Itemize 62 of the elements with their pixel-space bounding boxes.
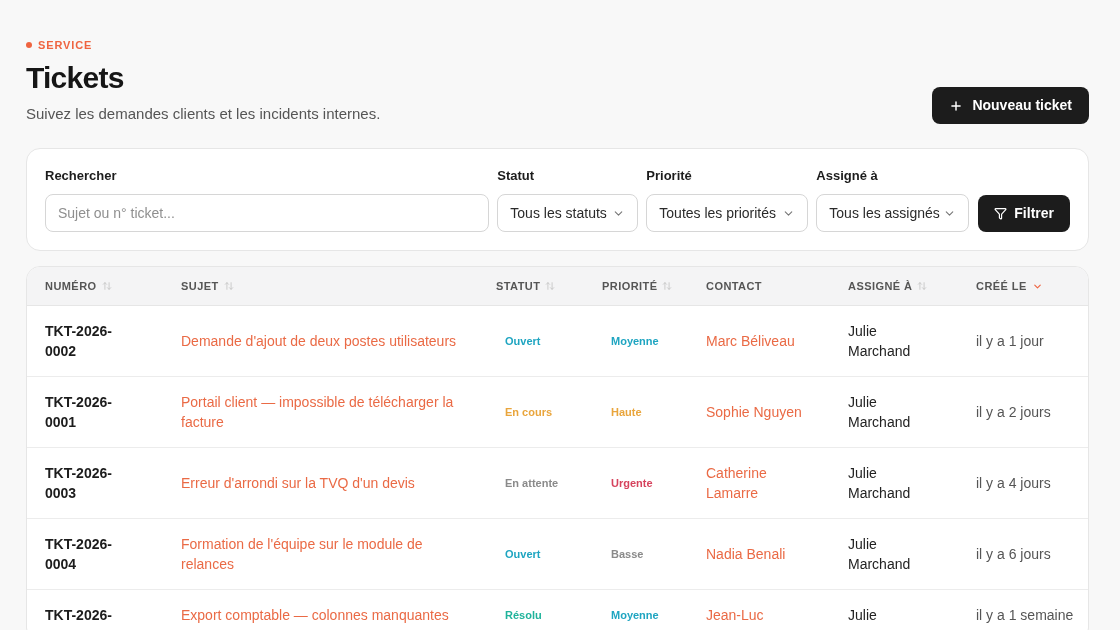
filter-button[interactable]: Filtrer: [978, 194, 1070, 232]
priority-label: Basse: [611, 547, 644, 562]
status-label: Ouvert: [505, 334, 541, 349]
column-header: STATUT: [496, 278, 541, 294]
sort-icon[interactable]: [545, 281, 556, 291]
filter-label: Priorité: [646, 167, 692, 185]
created-date: il y a 2 jours: [976, 403, 1051, 422]
priority-label: Urgente: [611, 476, 653, 491]
contact-link[interactable]: Marc Béliveau: [706, 331, 795, 351]
assignee-name: Julie Marchand: [848, 464, 912, 503]
column-header: CONTACT: [706, 278, 763, 294]
filter-select[interactable]: Tous les assignés: [816, 194, 970, 232]
status-label: En cours: [505, 405, 553, 420]
ticket-number: TKT-2026-0004: [45, 535, 113, 574]
priority-label: Moyenne: [611, 334, 659, 349]
search-label: Rechercher: [45, 167, 117, 185]
filter-label: Statut: [497, 167, 535, 185]
ticket-subject-link[interactable]: Demande d'ajout de deux postes utilisateurs: [181, 331, 457, 351]
assignee-name: Julie Marchand: [848, 535, 912, 574]
column-header: NUMÉRO: [45, 278, 97, 294]
filter-select[interactable]: Toutes les priorités: [646, 194, 809, 232]
status-label: Résolu: [505, 608, 542, 623]
ticket-number: TKT-2026-: [45, 606, 113, 625]
ticket-number: TKT-2026-0003: [45, 464, 113, 503]
status-label: En attente: [505, 476, 559, 491]
ticket-subject-link[interactable]: Formation de l'équipe sur le module de relances: [181, 534, 464, 574]
contact-link[interactable]: Jean-Luc: [706, 605, 764, 625]
created-date: il y a 1 semaine: [976, 606, 1074, 625]
column-header: SUJET: [181, 278, 219, 294]
contact-link[interactable]: Catherine Lamarre: [706, 463, 811, 503]
column-header: PRIORITÉ: [602, 278, 658, 294]
created-date: il y a 6 jours: [976, 545, 1051, 564]
assignee-name: Julie: [848, 606, 877, 625]
section-eyebrow: SERVICE: [38, 38, 93, 53]
column-header: ASSIGNÉ À: [848, 278, 913, 294]
ticket-number: TKT-2026-0002: [45, 322, 113, 361]
priority-label: Moyenne: [611, 608, 659, 623]
contact-link[interactable]: Nadia Benali: [706, 544, 786, 564]
ticket-subject-link[interactable]: Portail client — impossible de télécharger la facture: [181, 392, 464, 432]
filter-select[interactable]: Tous les statuts: [497, 194, 639, 232]
search-field[interactable]: Sujet ou n° ticket...: [45, 194, 490, 232]
funnel-icon: [994, 206, 1008, 220]
sort-icon[interactable]: [917, 281, 928, 291]
sort-icon[interactable]: [662, 281, 673, 291]
priority-label: Haute: [611, 405, 642, 420]
plus-icon: [949, 98, 964, 113]
sort-icon[interactable]: [101, 281, 112, 291]
created-date: il y a 4 jours: [976, 474, 1051, 493]
sort-icon[interactable]: [223, 281, 234, 291]
column-header: CRÉÉ LE: [976, 278, 1027, 294]
filter-label: Assigné à: [816, 167, 878, 185]
ticket-subject-link[interactable]: Erreur d'arrondi sur la TVQ d'un devis: [181, 473, 415, 493]
contact-link[interactable]: Sophie Nguyen: [706, 402, 802, 422]
page-title: Tickets: [26, 60, 124, 96]
ticket-subject-link[interactable]: Export comptable — colonnes manquantes: [181, 605, 449, 625]
assignee-name: Julie Marchand: [848, 393, 912, 432]
assignee-name: Julie Marchand: [848, 322, 912, 361]
page-subtitle: Suivez les demandes clients et les incidents internes.: [26, 104, 381, 124]
ticket-number: TKT-2026-0001: [45, 393, 113, 432]
status-label: Ouvert: [505, 547, 541, 562]
created-date: il y a 1 jour: [976, 332, 1044, 351]
new-ticket-button[interactable]: Nouveau ticket: [932, 87, 1089, 124]
